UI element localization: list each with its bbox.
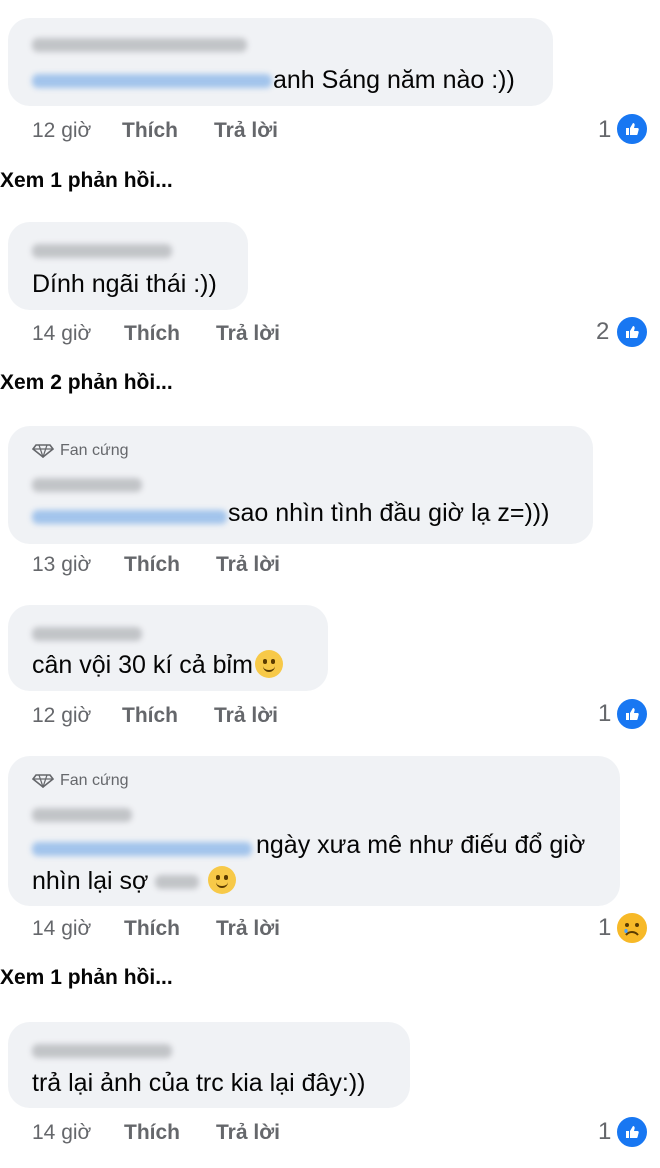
blurred-author-name [32,1044,172,1058]
comment-time: 14 giờ [32,322,92,345]
comment-bubble: Fan cứng sao nhìn tình đầu giờ lạ z=))) [8,426,593,544]
blurred-author-name [32,627,142,641]
comment-text: Dính ngãi thái :)) [32,270,217,298]
like-button[interactable]: Thích [122,119,178,143]
diamond-icon [32,444,54,458]
comment-time: 14 giờ [32,917,92,940]
reply-button[interactable]: Trả lời [216,1121,280,1145]
blurred-word [155,875,200,890]
view-replies-link[interactable]: Xem 2 phản hồi... [0,371,173,395]
view-replies-link[interactable]: Xem 1 phản hồi... [0,169,173,193]
blurred-author-name [32,478,142,492]
reply-button[interactable]: Trả lời [216,917,280,941]
reaction-count[interactable]: 1 [598,1118,611,1146]
reply-button[interactable]: Trả lời [216,322,280,346]
reaction-count[interactable]: 2 [596,318,609,346]
comment-time: 12 giờ [32,704,92,727]
fan-badge: Fan cứng [32,442,129,460]
blurred-mention [32,842,252,856]
reply-button[interactable]: Trả lời [214,119,278,143]
comment-bubble: Dính ngãi thái :)) [8,222,248,310]
smiling-face-icon [254,650,283,678]
comment-text: sao nhìn tình đầu giờ lạ z=))) [228,499,550,527]
comment-text-content: nhìn lại sợ [32,867,149,895]
blurred-author-name [32,808,132,822]
comment-time: 13 giờ [32,553,92,576]
like-button[interactable]: Thích [122,704,178,728]
like-button[interactable]: Thích [124,917,180,941]
blurred-author-name [32,38,247,52]
smiling-face-icon [208,866,237,894]
reaction-count[interactable]: 1 [598,116,611,144]
sad-face-icon[interactable] [615,911,649,945]
like-button[interactable]: Thích [124,1121,180,1145]
comment-text-line-2: nhìn lại sợ [32,866,237,896]
like-button[interactable]: Thích [124,553,180,577]
comment-text-line-1: ngày xưa mê như điếu đổ giờ [256,831,586,859]
comment-bubble: anh Sáng năm nào :)) [8,18,553,106]
comment-bubble: trả lại ảnh của trc kia lại đây:)) [8,1022,410,1108]
badge-label: Fan cứng [60,772,129,789]
thumbs-up-icon[interactable] [615,112,649,146]
thumbs-up-icon[interactable] [615,315,649,349]
comment-time: 12 giờ [32,119,92,142]
thumbs-up-icon[interactable] [615,1115,649,1149]
thumbs-up-icon[interactable] [615,697,649,731]
comment-bubble: Fan cứng ngày xưa mê như điếu đổ giờ nhì… [8,756,620,906]
reaction-count[interactable]: 1 [598,914,611,942]
fan-badge: Fan cứng [32,772,129,790]
diamond-icon [32,774,54,788]
blurred-author-name [32,244,172,258]
comment-text: cân vội 30 kí cả bỉm [32,650,283,680]
comment-time: 14 giờ [32,1121,92,1144]
view-replies-link[interactable]: Xem 1 phản hồi... [0,966,173,990]
reply-button[interactable]: Trả lời [214,704,278,728]
comment-bubble: cân vội 30 kí cả bỉm [8,605,328,691]
badge-label: Fan cứng [60,442,129,459]
comment-text-content: cân vội 30 kí cả bỉm [32,651,253,679]
comment-text: anh Sáng năm nào :)) [273,66,515,94]
reaction-count[interactable]: 1 [598,700,611,728]
like-button[interactable]: Thích [124,322,180,346]
blurred-mention [32,74,272,88]
comment-text: trả lại ảnh của trc kia lại đây:)) [32,1069,366,1097]
reply-button[interactable]: Trả lời [216,553,280,577]
blurred-mention [32,510,227,524]
